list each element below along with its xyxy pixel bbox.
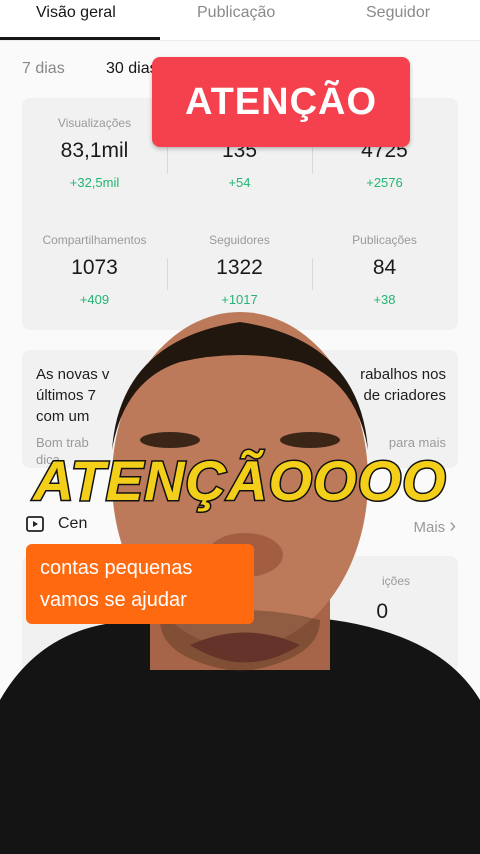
metric-publicacoes[interactable]: Publicações 84 +38 xyxy=(312,233,457,307)
metric-label: Compartilhamentos xyxy=(42,233,147,247)
attention-banner: ATENÇÃO xyxy=(152,57,410,147)
metric-value: 84 xyxy=(372,256,397,279)
caption-line-1: contas pequenas xyxy=(40,557,193,579)
caption-box: contas pequenas vamos se ajudar xyxy=(26,544,254,624)
active-tab-indicator xyxy=(0,37,160,40)
metric-visualizacoes[interactable]: Visualizações 83,1mil +32,5mil xyxy=(22,116,167,190)
metric-label: Seguidores xyxy=(209,233,270,247)
metric-divider xyxy=(167,258,168,290)
metric-delta: +32,5mil xyxy=(69,175,120,190)
range-30-dias[interactable]: 30 dias xyxy=(106,60,158,78)
tab-seguidor[interactable]: Seguidor xyxy=(366,4,430,22)
tab-publicacao[interactable]: Publicação xyxy=(197,4,275,22)
attention-title: ATENÇÃOOOO xyxy=(32,448,447,514)
attention-banner-text: ATENÇÃO xyxy=(184,80,378,123)
metric-value: 83,1mil xyxy=(60,139,129,162)
caption-line-2: vamos se ajudar xyxy=(40,589,187,611)
metric-divider xyxy=(312,258,313,290)
range-7-dias[interactable]: 7 dias xyxy=(22,60,65,78)
metric-label: Visualizações xyxy=(57,116,132,130)
tab-visao-geral[interactable]: Visão geral xyxy=(36,4,116,22)
metric-label: Publicações xyxy=(352,233,417,247)
top-tabs: Visão geral Publicação Seguidor xyxy=(0,0,480,41)
metric-seguidores[interactable]: Seguidores 1322 +1017 xyxy=(167,233,312,307)
metric-delta: +2576 xyxy=(366,175,403,190)
metric-value: 1073 xyxy=(71,256,118,279)
metric-delta: +54 xyxy=(228,175,251,190)
metric-value: 1322 xyxy=(216,256,263,279)
metric-compartilhamentos[interactable]: Compartilhamentos 1073 +409 xyxy=(22,233,167,307)
